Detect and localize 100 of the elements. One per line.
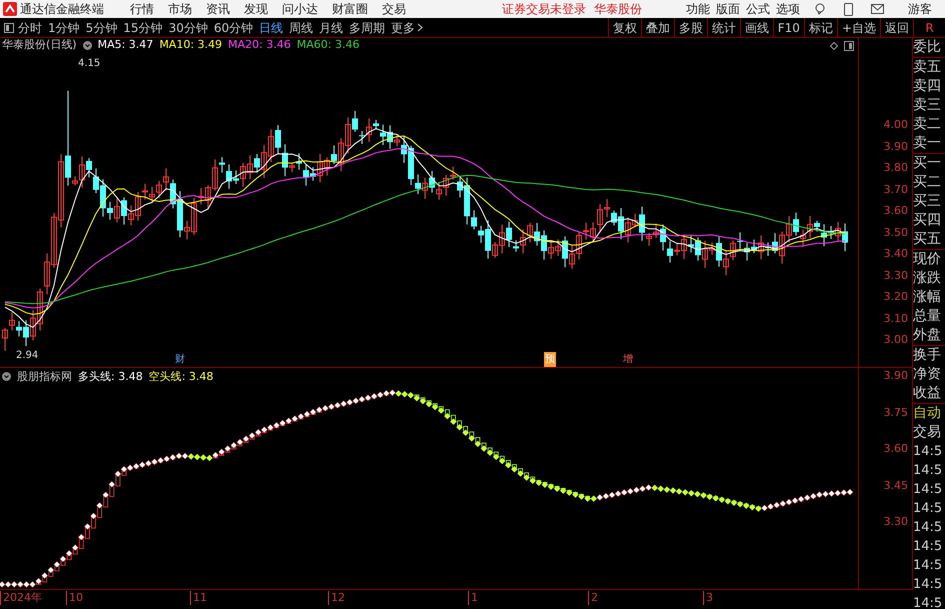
- quote-label: 现价: [913, 250, 942, 269]
- menu-item[interactable]: 交易: [382, 0, 406, 18]
- window-icon[interactable]: [844, 40, 854, 50]
- toolbar-button[interactable]: 复权: [608, 18, 641, 38]
- period-tab[interactable]: 月线: [319, 18, 344, 36]
- period-tab[interactable]: 30分钟: [168, 18, 208, 36]
- diamond-icon[interactable]: [830, 42, 838, 50]
- axis-label: 3.90: [884, 138, 908, 154]
- date-label: 3: [703, 591, 713, 605]
- quote-label: 总量: [913, 307, 942, 326]
- period-tab[interactable]: 1分钟: [48, 18, 80, 36]
- date-label: 2: [588, 591, 598, 605]
- menu-item[interactable]: 问小达: [282, 0, 318, 18]
- chart-title: 华泰股份(日线): [2, 37, 77, 54]
- menu-item[interactable]: 市场: [168, 0, 192, 18]
- auto-trade-label[interactable]: 自动: [913, 404, 945, 423]
- toolbar-button[interactable]: 画线: [740, 18, 773, 38]
- chat-icon[interactable]: [814, 3, 826, 15]
- toolbar-button[interactable]: +自选: [836, 18, 880, 38]
- trade-time: 14:5: [913, 500, 944, 518]
- trade-time: 14:5: [913, 443, 944, 461]
- toolbar-button[interactable]: 返回: [880, 18, 913, 38]
- toolbar-button[interactable]: F10: [772, 18, 804, 38]
- axis-label: 3.90: [884, 368, 908, 384]
- ma-value: MA10: 3.49: [159, 37, 222, 54]
- indicator-value: 空头线: 3.48: [148, 368, 214, 385]
- menu-item[interactable]: 版面: [716, 0, 740, 18]
- quote-label: 外盘: [913, 326, 942, 345]
- axis-label: 3.10: [884, 310, 908, 326]
- menu-item[interactable]: 选项: [776, 0, 800, 18]
- indicator-value: 多头线: 3.48: [78, 368, 143, 385]
- period-tab[interactable]: 分时: [18, 18, 42, 36]
- quote-label: 涨幅: [913, 288, 942, 307]
- toolbar-button[interactable]: 标记: [804, 18, 837, 38]
- more-button[interactable]: 更多: [391, 18, 424, 36]
- quote-label: 换手: [913, 346, 942, 365]
- date-label: 2024年: [0, 591, 42, 605]
- phone-icon[interactable]: [844, 2, 853, 16]
- status-notice: 证券交易未登录: [502, 1, 586, 18]
- period-tab[interactable]: 多周期: [349, 18, 386, 36]
- period-tab[interactable]: 15分钟: [123, 18, 163, 36]
- axis-label: 3.40: [884, 246, 908, 262]
- axis-label: 3.30: [884, 268, 908, 284]
- period-tab[interactable]: 日线: [259, 18, 284, 36]
- trade-time: 14:5: [913, 481, 944, 499]
- corner-mark: R: [913, 18, 945, 36]
- quote-label: 卖五: [913, 58, 942, 77]
- menu-item[interactable]: 功能: [686, 0, 710, 18]
- quote-label: 涨跌: [913, 269, 942, 288]
- period-tab[interactable]: 60分钟: [214, 18, 254, 36]
- menu-item[interactable]: 资讯: [206, 0, 230, 18]
- axis-label: 3.00: [884, 332, 908, 348]
- trade-time: 14:5: [913, 519, 944, 537]
- quote-label: 买五: [913, 230, 942, 249]
- trade-time: 14:5: [913, 595, 944, 609]
- menu-item[interactable]: 行情: [130, 0, 154, 18]
- quote-label: 委比: [913, 38, 942, 57]
- axis-label: 4.00: [884, 117, 908, 133]
- high-price-label: 4.15: [78, 57, 100, 71]
- event-marker[interactable]: 财: [174, 352, 186, 367]
- event-marker[interactable]: 增: [622, 352, 634, 367]
- menu-item[interactable]: 发现: [244, 0, 268, 18]
- axis-label: 3.70: [884, 182, 908, 198]
- axis-label: 3.60: [884, 441, 908, 457]
- menu-item[interactable]: 公式: [746, 0, 770, 18]
- quote-label: 卖四: [913, 77, 942, 96]
- axis-label: 3.45: [884, 478, 908, 494]
- trade-label: 交易: [913, 423, 942, 442]
- toolbar-button[interactable]: 统计: [706, 18, 740, 38]
- axis-label: 3.50: [884, 224, 908, 240]
- ma-value: MA5: 3.47: [98, 37, 154, 54]
- status-notice: 华泰股份: [594, 1, 642, 18]
- indicator-title: 股朋指标网: [17, 368, 72, 385]
- quote-label: 买一: [913, 154, 942, 173]
- axis-label: 3.80: [884, 160, 908, 176]
- trade-time: 14:5: [913, 557, 944, 575]
- panel-toggle-icon[interactable]: [4, 22, 14, 32]
- toolbar-button[interactable]: 叠加: [640, 18, 674, 38]
- date-label: 12: [328, 591, 345, 605]
- mail-icon[interactable]: [871, 4, 884, 14]
- dropdown-icon[interactable]: [2, 372, 11, 382]
- date-label: 10: [66, 591, 83, 605]
- toolbar-button[interactable]: 多股: [674, 18, 707, 38]
- axis-label: 3.20: [884, 289, 908, 305]
- quote-label: 净资: [913, 365, 942, 384]
- quote-label: 买四: [913, 211, 942, 230]
- quote-label: 买二: [913, 173, 942, 192]
- menu-item[interactable]: 财富圈: [332, 0, 368, 18]
- user-label[interactable]: 游客: [908, 0, 932, 18]
- axis-label: 3.30: [884, 514, 908, 530]
- trade-time: 14:5: [913, 538, 944, 556]
- quote-label: 卖一: [913, 134, 942, 153]
- low-price-label: 2.94: [16, 349, 38, 363]
- app-title: 通达信金融终端: [20, 1, 105, 18]
- period-tab[interactable]: 5分钟: [86, 18, 118, 36]
- date-label: 1: [468, 591, 478, 605]
- dropdown-icon[interactable]: [82, 41, 92, 50]
- period-tab[interactable]: 周线: [289, 18, 314, 36]
- ma-value: MA60: 3.46: [296, 37, 360, 54]
- quote-label: 买三: [913, 192, 942, 211]
